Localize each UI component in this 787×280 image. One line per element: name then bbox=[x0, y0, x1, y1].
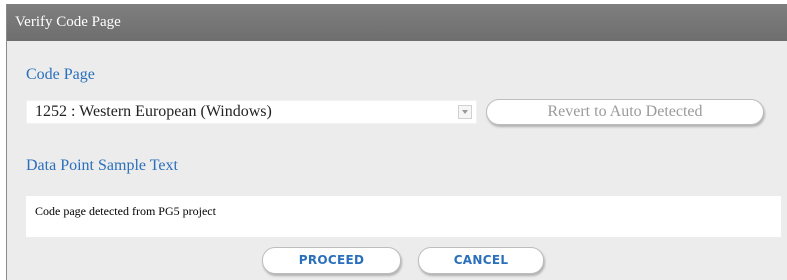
sample-text-label: Data Point Sample Text bbox=[26, 157, 178, 174]
proceed-button[interactable]: PROCEED bbox=[262, 247, 401, 274]
code-page-label: Code Page bbox=[26, 66, 95, 83]
code-page-selected-value: 1252 : Western European (Windows) bbox=[35, 103, 272, 120]
verify-code-page-dialog: Verify Code Page Code Page 1252 : Wester… bbox=[6, 4, 787, 280]
cancel-button[interactable]: CANCEL bbox=[418, 247, 544, 274]
chevron-down-icon[interactable] bbox=[458, 105, 472, 119]
code-page-select[interactable]: 1252 : Western European (Windows) bbox=[26, 100, 477, 124]
revert-to-auto-detected-button[interactable]: Revert to Auto Detected bbox=[486, 99, 764, 125]
dialog-title: Verify Code Page bbox=[7, 4, 787, 41]
sample-text-field[interactable]: Code page detected from PG5 project bbox=[26, 196, 781, 237]
